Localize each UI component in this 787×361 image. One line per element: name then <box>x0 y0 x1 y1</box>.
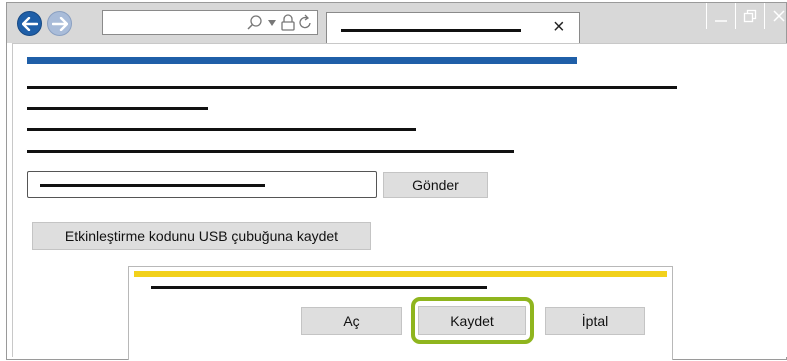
address-bar[interactable] <box>102 10 318 35</box>
placeholder-text-line <box>27 150 514 153</box>
tab-close-icon[interactable]: × <box>553 15 565 39</box>
placeholder-text-line <box>27 107 208 110</box>
submit-button[interactable]: Gönder <box>383 172 488 198</box>
input-value-placeholder <box>40 184 265 187</box>
close-window-button[interactable] <box>764 3 787 29</box>
open-button[interactable]: Aç <box>301 307 402 335</box>
window-controls <box>706 3 787 29</box>
back-button[interactable] <box>17 11 42 36</box>
dialog-header-bar <box>134 271 667 277</box>
forward-button[interactable] <box>47 11 72 36</box>
dialog-message <box>151 286 487 289</box>
page-header-bar <box>27 57 577 64</box>
restore-icon <box>743 9 757 23</box>
activation-code-input[interactable] <box>27 171 377 198</box>
lock-icon <box>281 14 295 31</box>
search-icon[interactable] <box>246 14 264 32</box>
save-to-usb-button[interactable]: Etkinleştirme kodunu USB çubuğuna kaydet <box>32 222 371 250</box>
arrow-left-icon <box>21 16 38 31</box>
save-button[interactable]: Kaydet <box>418 306 526 335</box>
tab-title <box>341 29 521 32</box>
cancel-button[interactable]: İptal <box>545 307 645 335</box>
refresh-icon[interactable] <box>299 14 313 32</box>
minimize-icon <box>715 20 727 22</box>
arrow-right-icon <box>51 16 68 31</box>
close-icon <box>773 10 785 22</box>
placeholder-text-line <box>27 128 416 131</box>
browser-tab[interactable]: × <box>326 12 580 44</box>
restore-button[interactable] <box>735 3 764 29</box>
address-bar-icons <box>246 13 313 33</box>
placeholder-text-line <box>27 86 677 89</box>
dropdown-arrow-icon[interactable] <box>267 18 277 28</box>
minimize-button[interactable] <box>706 3 735 29</box>
